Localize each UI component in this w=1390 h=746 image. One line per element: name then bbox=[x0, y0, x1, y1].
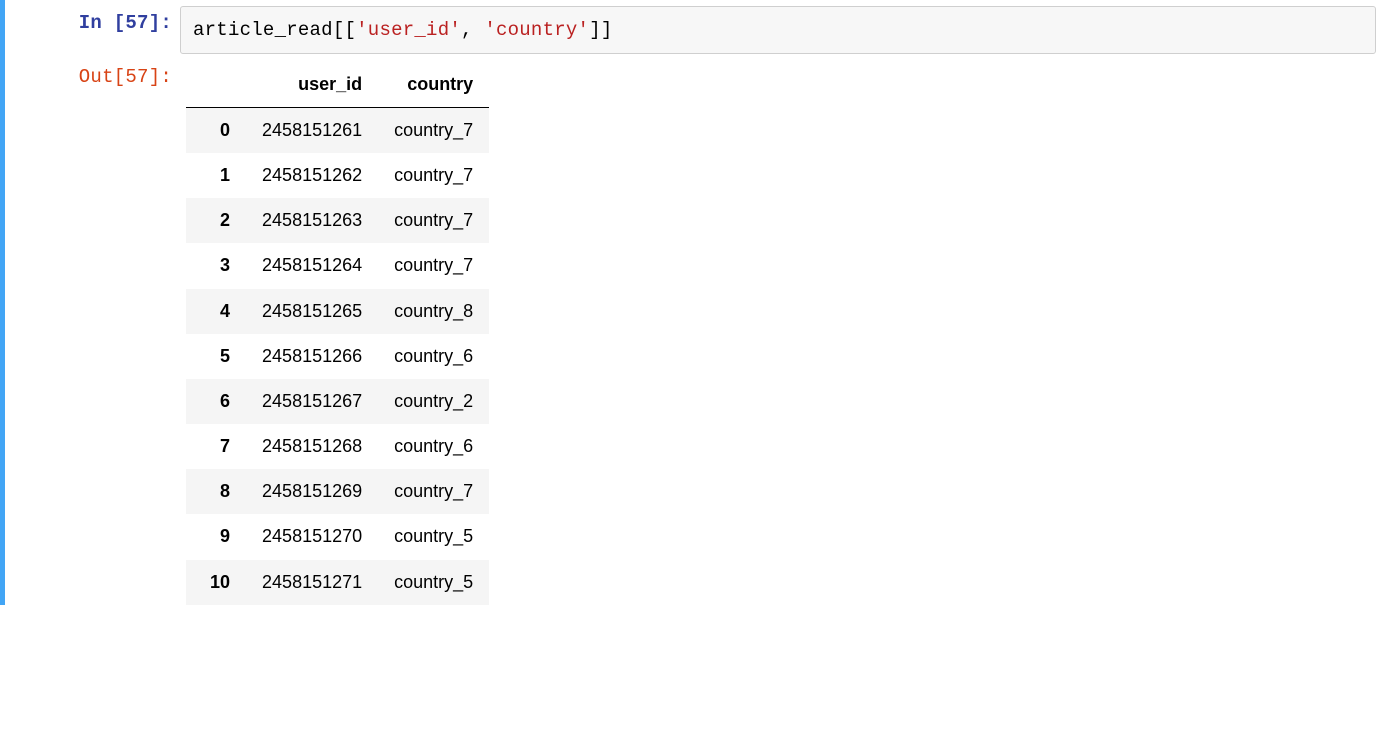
table-row: 102458151271country_5 bbox=[186, 560, 489, 605]
cell-country: country_5 bbox=[378, 514, 489, 559]
cell-user-id: 2458151265 bbox=[246, 289, 378, 334]
output-prompt-area: Out[57]: bbox=[5, 54, 180, 96]
cell-user-id: 2458151266 bbox=[246, 334, 378, 379]
table-row: 42458151265country_8 bbox=[186, 289, 489, 334]
output-row: Out[57]: user_id country 02458151261coun… bbox=[5, 54, 1390, 605]
output-prompt-label: Out[57]: bbox=[79, 66, 172, 88]
notebook-cell: In [57]: article_read[['user_id', 'count… bbox=[0, 0, 1390, 605]
table-row: 62458151267country_2 bbox=[186, 379, 489, 424]
dataframe-table: user_id country 02458151261country_71245… bbox=[186, 62, 489, 605]
table-header-row: user_id country bbox=[186, 62, 489, 108]
table-row: 12458151262country_7 bbox=[186, 153, 489, 198]
input-prompt-area: In [57]: bbox=[5, 0, 180, 42]
cell-country: country_7 bbox=[378, 198, 489, 243]
code-token: 'country' bbox=[484, 19, 589, 41]
cell-country: country_7 bbox=[378, 153, 489, 198]
column-header-country: country bbox=[378, 62, 489, 108]
input-prompt-label: In [57]: bbox=[79, 12, 172, 34]
row-index: 10 bbox=[186, 560, 246, 605]
table-row: 52458151266country_6 bbox=[186, 334, 489, 379]
row-index: 4 bbox=[186, 289, 246, 334]
code-token: ]] bbox=[589, 19, 612, 41]
cell-country: country_2 bbox=[378, 379, 489, 424]
table-row: 82458151269country_7 bbox=[186, 469, 489, 514]
code-token: article_read[[ bbox=[193, 19, 356, 41]
row-index: 1 bbox=[186, 153, 246, 198]
cell-user-id: 2458151267 bbox=[246, 379, 378, 424]
input-row: In [57]: article_read[['user_id', 'count… bbox=[5, 0, 1390, 54]
row-index: 0 bbox=[186, 107, 246, 153]
table-row: 92458151270country_5 bbox=[186, 514, 489, 559]
cell-user-id: 2458151264 bbox=[246, 243, 378, 288]
column-header-user-id: user_id bbox=[246, 62, 378, 108]
cell-country: country_7 bbox=[378, 469, 489, 514]
cell-country: country_6 bbox=[378, 334, 489, 379]
row-index: 3 bbox=[186, 243, 246, 288]
code-token: , bbox=[461, 19, 484, 41]
table-row: 72458151268country_6 bbox=[186, 424, 489, 469]
cell-user-id: 2458151268 bbox=[246, 424, 378, 469]
index-header bbox=[186, 62, 246, 108]
cell-country: country_6 bbox=[378, 424, 489, 469]
cell-user-id: 2458151270 bbox=[246, 514, 378, 559]
cell-country: country_7 bbox=[378, 107, 489, 153]
row-index: 2 bbox=[186, 198, 246, 243]
cell-user-id: 2458151271 bbox=[246, 560, 378, 605]
row-index: 7 bbox=[186, 424, 246, 469]
row-index: 5 bbox=[186, 334, 246, 379]
cell-user-id: 2458151261 bbox=[246, 107, 378, 153]
cell-user-id: 2458151263 bbox=[246, 198, 378, 243]
cell-country: country_5 bbox=[378, 560, 489, 605]
row-index: 9 bbox=[186, 514, 246, 559]
row-index: 8 bbox=[186, 469, 246, 514]
table-row: 32458151264country_7 bbox=[186, 243, 489, 288]
cell-user-id: 2458151262 bbox=[246, 153, 378, 198]
output-content-area: user_id country 02458151261country_71245… bbox=[180, 54, 1390, 605]
cell-country: country_8 bbox=[378, 289, 489, 334]
table-row: 22458151263country_7 bbox=[186, 198, 489, 243]
input-content-area: article_read[['user_id', 'country']] bbox=[180, 0, 1390, 54]
row-index: 6 bbox=[186, 379, 246, 424]
cell-country: country_7 bbox=[378, 243, 489, 288]
code-token: 'user_id' bbox=[356, 19, 461, 41]
cell-user-id: 2458151269 bbox=[246, 469, 378, 514]
table-row: 02458151261country_7 bbox=[186, 107, 489, 153]
code-input[interactable]: article_read[['user_id', 'country']] bbox=[180, 6, 1376, 54]
